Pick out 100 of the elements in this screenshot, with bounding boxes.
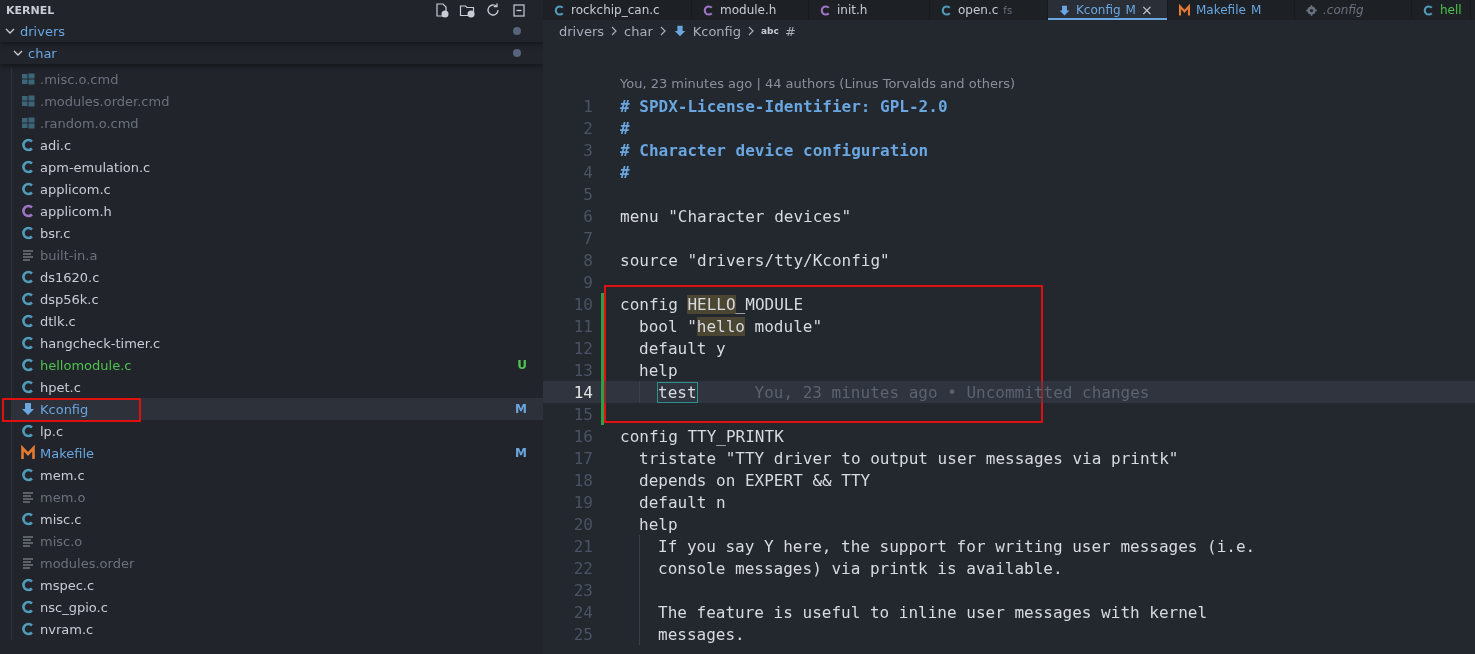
chevron-right-icon [658,26,667,36]
c-file-icon [20,577,36,593]
code-line: test [658,382,697,402]
c-file-icon [20,599,36,615]
file-item[interactable]: hangcheck-timer.c [12,332,543,354]
code-line: config HELLO_MODULE [620,294,804,314]
file-item[interactable]: applicom.c [12,178,543,200]
c-file-icon [940,3,953,17]
code-line: menu "Character devices" [620,206,852,226]
header-file-icon [819,3,832,17]
c-file-icon [20,621,36,637]
code-line: source "drivers/tty/Kconfig" [620,250,890,270]
code-line: console messages) via printk is available. [658,558,1063,578]
makefile-icon [20,445,36,461]
c-file-icon [20,467,36,483]
file-item[interactable]: ds1620.c [12,266,543,288]
text-file-icon [20,489,36,505]
new-folder-icon[interactable] [459,2,475,18]
code-line: messages. [658,624,745,644]
git-status-label: M [515,402,527,416]
chevron-right-icon [610,26,619,36]
folder-item[interactable]: char [0,42,543,64]
git-status-label: U [517,358,527,372]
new-file-icon[interactable] [433,2,449,18]
editor-tab[interactable]: Makefile M [1168,0,1295,20]
c-file-icon [20,313,36,329]
file-item[interactable]: applicom.h [12,200,543,222]
file-item[interactable]: hpet.c [12,376,543,398]
git-status-label: M [515,446,527,460]
windows-icon [20,71,36,87]
code-line: # [620,162,630,182]
c-file-icon [20,511,36,527]
blame-codelens[interactable]: You, 23 minutes ago | 44 authors (Linus Torvalds and others) [543,73,1475,95]
breadcrumb-item[interactable]: Kconfig [692,23,742,39]
string-symbol-icon: abc [761,26,779,36]
gear-icon [1305,3,1318,17]
c-file-icon [20,269,36,285]
c-file-icon [20,181,36,197]
code-line: help [639,360,678,380]
chevron-right-icon [747,26,756,36]
c-file-icon [20,225,36,241]
explorer-title: KERNEL [6,3,56,17]
code-line: depends on EXPERT && TTY [639,470,871,490]
windows-icon [20,115,36,131]
code-line: default y [639,338,726,358]
folder-item[interactable]: drivers [0,20,543,42]
arrow-down-icon [1058,3,1071,17]
file-item[interactable]: nsc_gpio.c [12,596,543,618]
c-file-icon [20,159,36,175]
refresh-icon[interactable] [485,2,501,18]
c-file-icon [20,137,36,153]
file-item[interactable]: adi.c [12,134,543,156]
breadcrumb-item[interactable]: drivers [559,23,605,39]
file-item[interactable]: dtlk.c [12,310,543,332]
text-file-icon [20,555,36,571]
editor-tab[interactable]: init.h [809,0,930,20]
file-item[interactable]: apm-emulation.c [12,156,543,178]
c-file-icon [553,3,566,17]
c-file-icon [20,423,36,439]
code-line: default n [639,492,726,512]
editor-tab[interactable]: hell [1412,0,1471,20]
file-item[interactable]: Kconfig M [12,398,543,420]
breadcrumb-item[interactable]: char [624,23,653,39]
code-line: bool "hello module" [639,316,823,336]
collapse-all-icon[interactable] [511,2,527,18]
arrow-down-icon [672,24,687,38]
c-file-icon [20,357,36,373]
makefile-icon [1178,3,1191,17]
c-file-icon [1422,3,1435,17]
file-item[interactable]: nvram.c [12,618,543,640]
header-file-icon [20,203,36,219]
text-file-icon [20,247,36,263]
code-line: The feature is useful to inline user messages with kernel [658,602,1208,622]
editor-tab[interactable]: module.h [692,0,809,20]
editor-tab[interactable]: Kconfig M × [1048,0,1168,20]
windows-icon [20,93,36,109]
c-file-icon [20,335,36,351]
c-file-icon [20,379,36,395]
code-line: tristate "TTY driver to output user messages via printk" [639,448,1179,468]
code-line: # [620,118,630,138]
file-item[interactable]: hellomodule.c U [12,354,543,376]
close-button[interactable]: × [1140,2,1153,18]
file-item[interactable]: misc.c [12,508,543,530]
breadcrumb-item[interactable]: # [784,23,796,39]
file-item[interactable]: mspec.c [12,574,543,596]
code-line: # SPDX-License-Identifier: GPL-2.0 [620,96,948,116]
arrow-down-icon [20,401,36,417]
file-item[interactable]: Makefile M [12,442,543,464]
file-item[interactable]: dsp56k.c [12,288,543,310]
line-number: 14 [572,382,593,402]
header-file-icon [702,3,715,17]
code-line: help [639,514,678,534]
file-item[interactable]: bsr.c [12,222,543,244]
code-line: config TTY_PRINTK [620,426,784,446]
c-file-icon [20,291,36,307]
file-item[interactable]: lp.c [12,420,543,442]
code-line: If you say Y here, the support for writing user messages (i.e. [658,536,1256,556]
editor-tab[interactable]: rockchip_can.c [543,0,692,20]
code-line: # Character device configuration [620,140,929,160]
file-item[interactable]: mem.c [12,464,543,486]
